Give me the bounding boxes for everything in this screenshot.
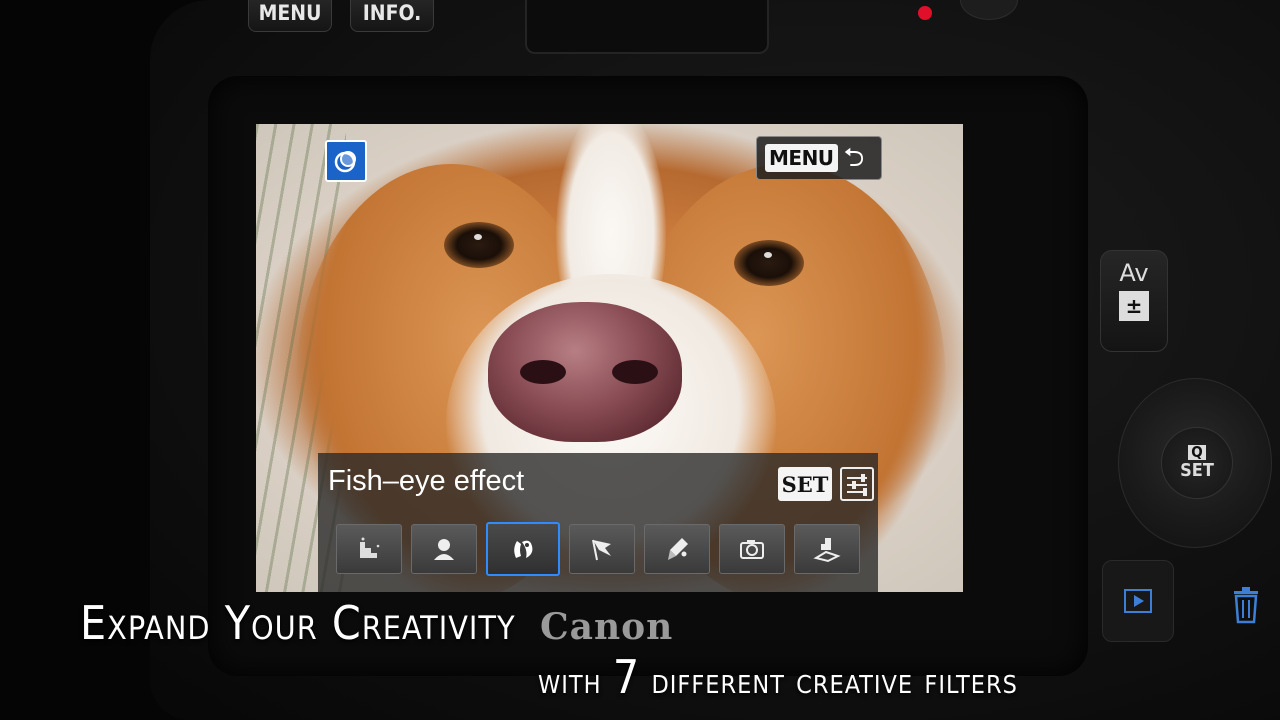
caption-rest: different creative filters	[651, 661, 1018, 702]
lcd-screen: MENU ⮌ Fish–eye effect SET	[256, 124, 963, 592]
caption-subline: with 7 different creative filters	[538, 654, 1018, 700]
caption-number: 7	[612, 650, 641, 704]
soft-focus-icon	[434, 539, 454, 560]
filter-strip	[336, 522, 860, 576]
playback-icon	[1124, 589, 1152, 613]
set-button[interactable]: SET	[778, 467, 832, 501]
filter-water-painting[interactable]	[644, 524, 710, 574]
info-hardware-button[interactable]: INFO.	[350, 0, 434, 32]
art-bold-icon	[592, 539, 611, 561]
water-painting-icon	[668, 538, 688, 560]
adjust-sliders-icon[interactable]	[840, 467, 874, 501]
exposure-compensation-icon: ±	[1119, 291, 1149, 321]
q-set-button[interactable]: Q SET	[1161, 427, 1233, 499]
dog-eye-right	[734, 240, 804, 286]
cross-keys-dial[interactable]: Q SET	[1118, 378, 1272, 548]
toy-camera-icon	[740, 540, 764, 559]
trash-icon	[1234, 587, 1258, 624]
menu-hardware-button[interactable]: MENU	[248, 0, 332, 32]
info-hardware-label: INFO.	[362, 1, 422, 25]
fish-eye-icon	[514, 540, 533, 558]
menu-hardware-label: MENU	[258, 1, 322, 25]
av-exposure-button[interactable]: Av ±	[1100, 250, 1168, 352]
dog-eye-left	[444, 222, 514, 268]
viewfinder	[525, 0, 769, 54]
menu-label: MENU	[765, 144, 838, 172]
filter-soft-focus[interactable]	[411, 524, 477, 574]
filter-toy-camera[interactable]	[719, 524, 785, 574]
filter-art-bold[interactable]	[569, 524, 635, 574]
filter-miniature[interactable]	[794, 524, 860, 574]
grainy-bw-icon	[360, 537, 380, 558]
av-label: Av	[1119, 259, 1149, 287]
access-lamp	[918, 6, 932, 20]
canon-logo: Canon	[540, 606, 674, 648]
return-arrow-icon: ⮌	[843, 143, 865, 173]
filter-grainy-bw[interactable]	[336, 524, 402, 574]
selected-filter-name: Fish–eye effect	[328, 465, 525, 497]
menu-return-button[interactable]: MENU ⮌	[756, 136, 882, 180]
playback-button[interactable]	[1102, 560, 1174, 642]
caption-with: with	[538, 661, 602, 702]
filter-fish-eye[interactable]	[486, 522, 560, 576]
q-label: Q	[1188, 444, 1206, 461]
filter-panel: Fish–eye effect SET	[318, 453, 878, 592]
creative-filter-icon	[325, 140, 367, 182]
set-hardware-label: SET	[1180, 460, 1214, 482]
miniature-icon	[813, 538, 841, 563]
caption-headline: Expand Your Creativity	[80, 596, 516, 650]
delete-button[interactable]	[1212, 565, 1280, 645]
